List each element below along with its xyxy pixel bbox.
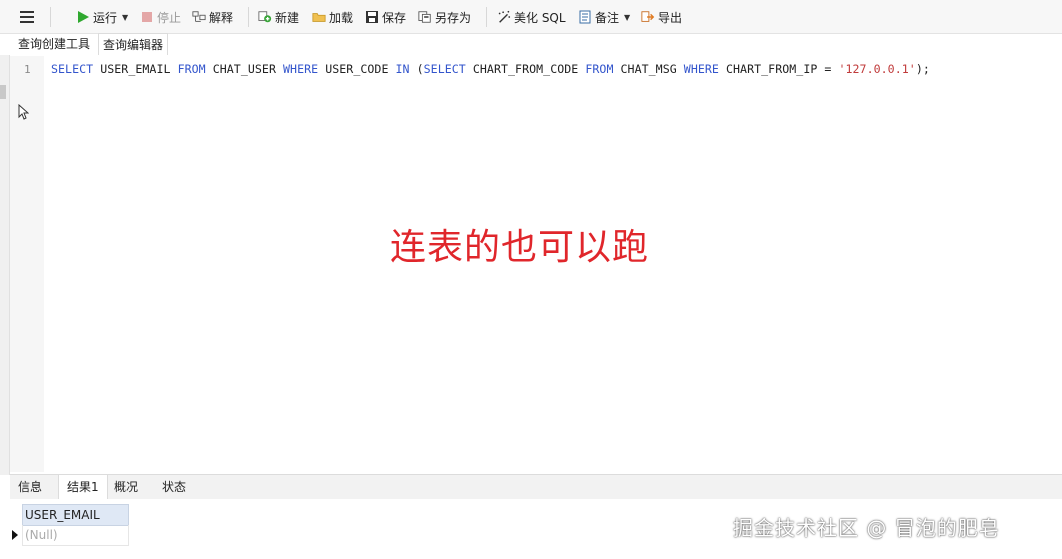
toolbar-separator [248, 7, 249, 27]
mouse-cursor-icon [18, 104, 29, 120]
current-row-icon [12, 530, 18, 540]
line-number: 1 [24, 63, 31, 76]
stop-button[interactable]: 停止 [140, 6, 181, 28]
sql-punct: ( [409, 62, 424, 76]
sql-identifier: CHART_FROM_IP = [718, 62, 839, 76]
table-cell[interactable]: (Null) [22, 525, 129, 546]
sql-identifier: USER_EMAIL [93, 62, 178, 76]
export-icon [641, 11, 655, 22]
play-icon [78, 11, 89, 23]
left-edge-marker [0, 85, 6, 99]
sql-keyword: FROM [585, 62, 614, 76]
menu-button[interactable] [20, 6, 34, 28]
sql-identifier: USER_CODE [318, 62, 396, 76]
column-header-user-email[interactable]: USER_EMAIL [22, 504, 129, 526]
tab-overview[interactable]: 概况 [106, 475, 146, 499]
run-dropdown-icon[interactable]: ▼ [122, 13, 128, 22]
folder-icon [312, 13, 326, 22]
sql-keyword: SELECT [423, 62, 466, 76]
load-button[interactable]: 加载 [312, 6, 353, 28]
stop-label: 停止 [157, 10, 182, 25]
toolbar: 运行 ▼ 停止 解释 新建 加载 保存 另存为 美化 SQL 备注 ▼ 导出 [0, 0, 1062, 34]
sql-identifier: CHART_FROM_CODE [465, 62, 586, 76]
note-icon [579, 10, 591, 24]
save-label: 保存 [382, 10, 407, 25]
sql-keyword: WHERE [683, 62, 719, 76]
save-icon [366, 11, 378, 23]
sql-string: '127.0.0.1' [838, 62, 916, 76]
new-query-icon [258, 11, 272, 23]
tab-status[interactable]: 状态 [154, 475, 194, 499]
export-button[interactable]: 导出 [641, 6, 682, 28]
sql-keyword: SELECT [51, 62, 94, 76]
save-button[interactable]: 保存 [365, 6, 406, 28]
sql-keyword: FROM [177, 62, 206, 76]
magic-wand-icon [498, 10, 511, 23]
new-button[interactable]: 新建 [258, 6, 299, 28]
new-label: 新建 [275, 10, 300, 25]
stop-icon [142, 12, 152, 22]
explain-label: 解释 [209, 10, 234, 25]
hamburger-icon [20, 11, 34, 23]
sql-code-line[interactable]: SELECT USER_EMAIL FROM CHAT_USER WHERE U… [51, 62, 930, 76]
run-button[interactable]: 运行 ▼ [76, 6, 128, 28]
note-label: 备注 [595, 10, 620, 25]
tab-query-editor[interactable]: 查询编辑器 [98, 33, 169, 55]
sql-keyword: WHERE [283, 62, 319, 76]
beautify-sql-button[interactable]: 美化 SQL [497, 6, 566, 28]
left-edge-bar [0, 55, 10, 475]
watermark-text: 掘金技术社区 @ 冒泡的肥皂 [733, 516, 1000, 540]
editor-mode-tabs: 查询创建工具 查询编辑器 [10, 33, 1062, 55]
sql-identifier: CHAT_MSG [613, 62, 684, 76]
beautify-label: 美化 SQL [514, 10, 566, 25]
note-button[interactable]: 备注 ▼ [578, 6, 630, 28]
result-tabs: 信息 结果1 概况 状态 [10, 474, 1062, 500]
sql-keyword: IN [395, 62, 410, 76]
load-label: 加载 [329, 10, 354, 25]
sql-identifier: CHAT_USER [205, 62, 284, 76]
toolbar-separator [486, 7, 487, 27]
explain-icon [192, 11, 206, 22]
sql-punct: ); [915, 62, 930, 76]
annotation-text: 连表的也可以跑 [390, 227, 650, 268]
save-as-button[interactable]: 另存为 [418, 6, 471, 28]
export-label: 导出 [658, 10, 683, 25]
save-as-label: 另存为 [435, 10, 472, 25]
note-dropdown-icon[interactable]: ▼ [624, 13, 630, 22]
tab-info[interactable]: 信息 [10, 475, 50, 499]
tab-result-1[interactable]: 结果1 [58, 475, 108, 499]
run-label: 运行 [93, 10, 118, 25]
tab-query-builder[interactable]: 查询创建工具 [14, 33, 94, 55]
save-as-icon [418, 11, 431, 23]
explain-button[interactable]: 解释 [192, 6, 233, 28]
toolbar-separator [50, 7, 51, 27]
